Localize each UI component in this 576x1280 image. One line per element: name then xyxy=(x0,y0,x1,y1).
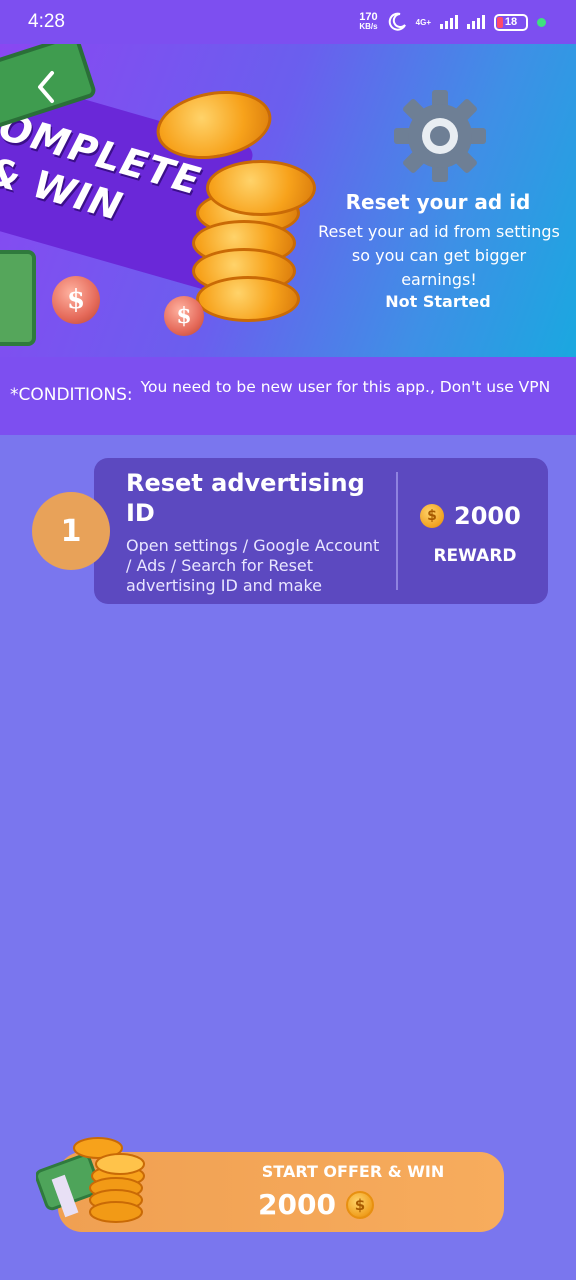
dollar-coin-icon: $ xyxy=(164,296,204,336)
coin-stack-icon xyxy=(196,276,300,322)
network-speed: 170 KB/s xyxy=(359,12,377,32)
cash-and-coins-icon xyxy=(36,1137,145,1223)
start-offer-amount: 2000 xyxy=(258,1188,336,1221)
battery-icon: 18 xyxy=(494,13,528,31)
offer-status: Not Started xyxy=(385,292,491,311)
start-offer-amount-row: 2000 $ xyxy=(258,1188,374,1221)
coin-icon: $ xyxy=(345,1190,374,1219)
status-bar: 4:28 170 KB/s 4G+ 18 xyxy=(0,0,576,44)
conditions-text: You need to be new user for this app., D… xyxy=(140,378,551,396)
coin-top-icon xyxy=(206,160,316,216)
status-time: 4:28 xyxy=(28,11,65,32)
reward-label: REWARD xyxy=(433,546,517,566)
signal-icon-2 xyxy=(467,15,485,29)
back-button[interactable] xyxy=(26,62,66,112)
conditions-label: *CONDITIONS: xyxy=(10,385,133,405)
speed-value: 170 xyxy=(359,11,378,23)
indicator-dot xyxy=(537,17,546,27)
task-description: Open settings / Google Account / Ads / S… xyxy=(126,536,380,595)
status-icons: 170 KB/s 4G+ 18 xyxy=(359,12,546,32)
cash-stack-icon-2 xyxy=(0,250,36,346)
reward-amount: 2000 xyxy=(454,502,521,530)
chevron-left-icon xyxy=(38,71,54,103)
network-type: 4G+ xyxy=(415,17,431,27)
conditions-bar: *CONDITIONS: You need to be new user for… xyxy=(0,357,576,435)
start-offer-label: START OFFER & WIN xyxy=(261,1162,445,1181)
banner-title: Reset your ad id xyxy=(345,190,531,214)
moon-icon xyxy=(388,12,406,31)
task-card[interactable]: Reset advertising ID Open settings / Goo… xyxy=(94,458,548,604)
step-number-badge: 1 xyxy=(32,492,110,570)
dollar-coin-icon: $ xyxy=(52,276,100,324)
reward-row: $ 2000 xyxy=(420,502,521,530)
coin-icon: $ xyxy=(420,504,444,528)
divider xyxy=(396,472,398,590)
banner-description: Reset your ad id from settings so you ca… xyxy=(318,222,560,289)
gear-icon xyxy=(394,90,486,182)
battery-level: 18 xyxy=(504,16,518,28)
signal-icon xyxy=(440,15,458,29)
offer-banner: OMPLETE & WIN $ $ Reset your ad id Reset… xyxy=(0,44,576,357)
task-title: Reset advertising ID xyxy=(126,469,365,527)
speed-unit: KB/s xyxy=(359,22,378,31)
